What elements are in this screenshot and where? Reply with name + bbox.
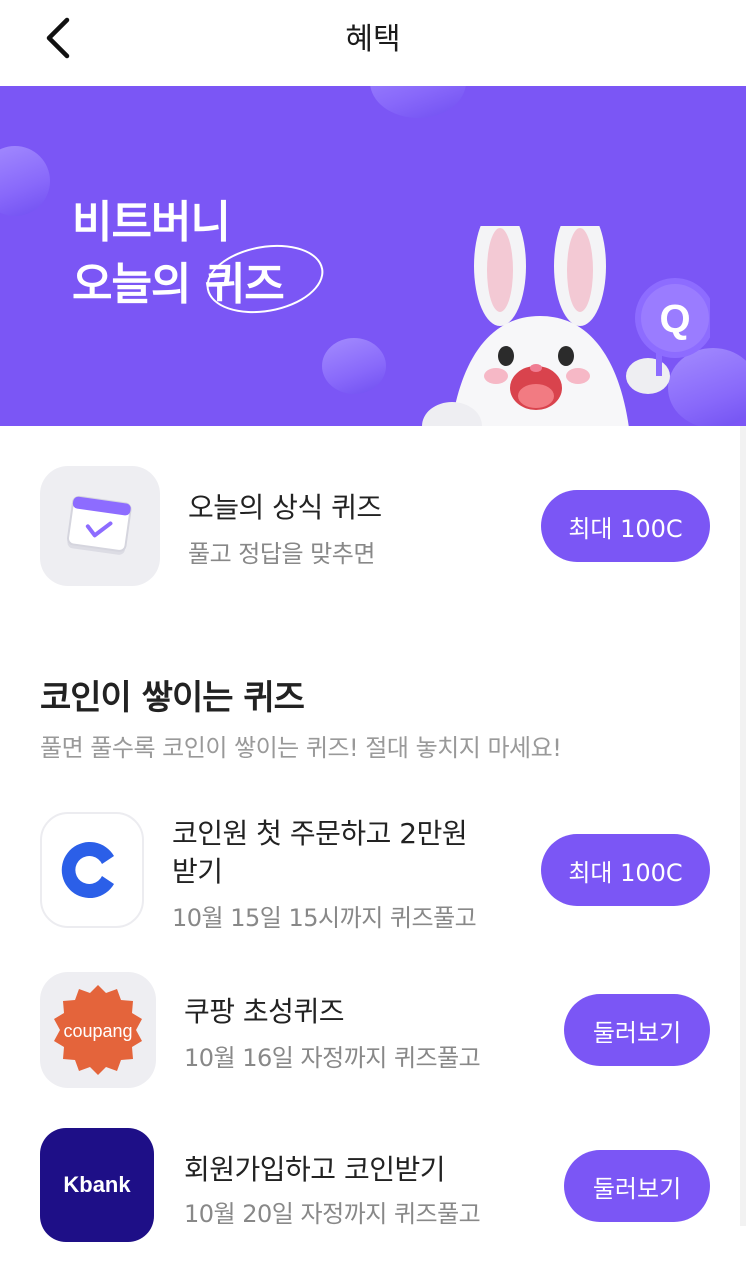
page-title: 혜택 [345,22,401,57]
section-title: 코인이 쌓이는 퀴즈 [40,678,305,718]
banner-title-line1: 비트버니 [72,197,231,248]
coupang-logo-text: coupang [63,1021,132,1041]
quiz-item-reward-button[interactable]: 최대 100C [541,834,710,906]
daily-quiz-reward-button[interactable]: 최대 100C [541,490,710,562]
quiz-item-coupang[interactable]: coupang 쿠팡 초성퀴즈 10월 16일 자정까지 퀴즈풀고 둘러보기 [40,970,710,1090]
daily-quiz-subtitle: 풀고 정답을 맞추면 [188,540,375,568]
coinone-logo-icon [40,812,144,928]
quiz-item-title: 회원가입하고 코인받기 [184,1153,446,1186]
quiz-item-title: 쿠팡 초성퀴즈 [184,995,344,1028]
quiz-item-coinone[interactable]: 코인원 첫 주문하고 2만원 받기 10월 15일 15시까지 퀴즈풀고 최대 … [40,810,710,932]
quiz-item-kbank[interactable]: Kbank 회원가입하고 코인받기 10월 20일 자정까지 퀴즈풀고 둘러보기 [40,1128,710,1248]
quiz-item-deadline: 10월 20일 자정까지 퀴즈풀고 [184,1200,481,1228]
bunny-mascot-icon: Q [422,226,710,426]
kbank-logo-text: Kbank [63,1172,131,1197]
daily-quiz-title: 오늘의 상식 퀴즈 [188,491,382,524]
quiz-item-browse-button[interactable]: 둘러보기 [564,1150,710,1222]
coupang-logo-icon: coupang [40,972,156,1088]
coin-decoration [322,338,386,394]
coin-decoration [0,146,50,216]
quiz-banner[interactable]: 비트버니 오늘의 퀴즈 Q [0,86,746,426]
quiz-item-deadline: 10월 15일 15시까지 퀴즈풀고 [172,904,477,932]
coin-decoration [370,86,466,118]
section-subtitle: 풀면 풀수록 코인이 쌓이는 퀴즈! 절대 놓치지 마세요! [40,734,562,762]
quiz-item-deadline: 10월 16일 자정까지 퀴즈풀고 [184,1044,481,1072]
scrollbar-track[interactable] [740,426,746,1226]
quiz-item-browse-button[interactable]: 둘러보기 [564,994,710,1066]
badge-letter: Q [659,297,690,341]
quiz-item-title-line2: 받기 [172,855,223,888]
banner-title-prefix: 오늘의 [72,259,205,310]
kbank-logo-icon: Kbank [40,1128,154,1242]
calendar-check-icon [40,466,160,586]
quiz-item-title: 코인원 첫 주문하고 2만원 [172,817,468,850]
top-bar: 혜택 [0,0,746,86]
daily-quiz-card[interactable]: 오늘의 상식 퀴즈 풀고 정답을 맞추면 최대 100C [40,466,710,588]
